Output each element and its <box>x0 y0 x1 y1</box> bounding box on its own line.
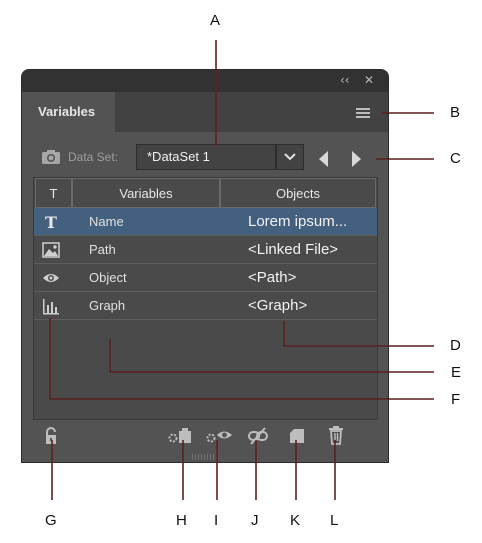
callout-lines <box>49 40 434 500</box>
callout-label: D <box>450 337 461 354</box>
callout-label: G <box>45 512 57 529</box>
callout-label: I <box>214 512 219 529</box>
callout-label: L <box>330 512 339 529</box>
callout-label: B <box>450 104 461 121</box>
callout-label: F <box>451 391 461 408</box>
callout-label: C <box>450 150 461 167</box>
callout-label: A <box>210 12 221 29</box>
callout-label: K <box>290 512 301 529</box>
callout-label: H <box>176 512 187 529</box>
callout-label: J <box>251 512 259 529</box>
callout-label: E <box>451 364 462 381</box>
